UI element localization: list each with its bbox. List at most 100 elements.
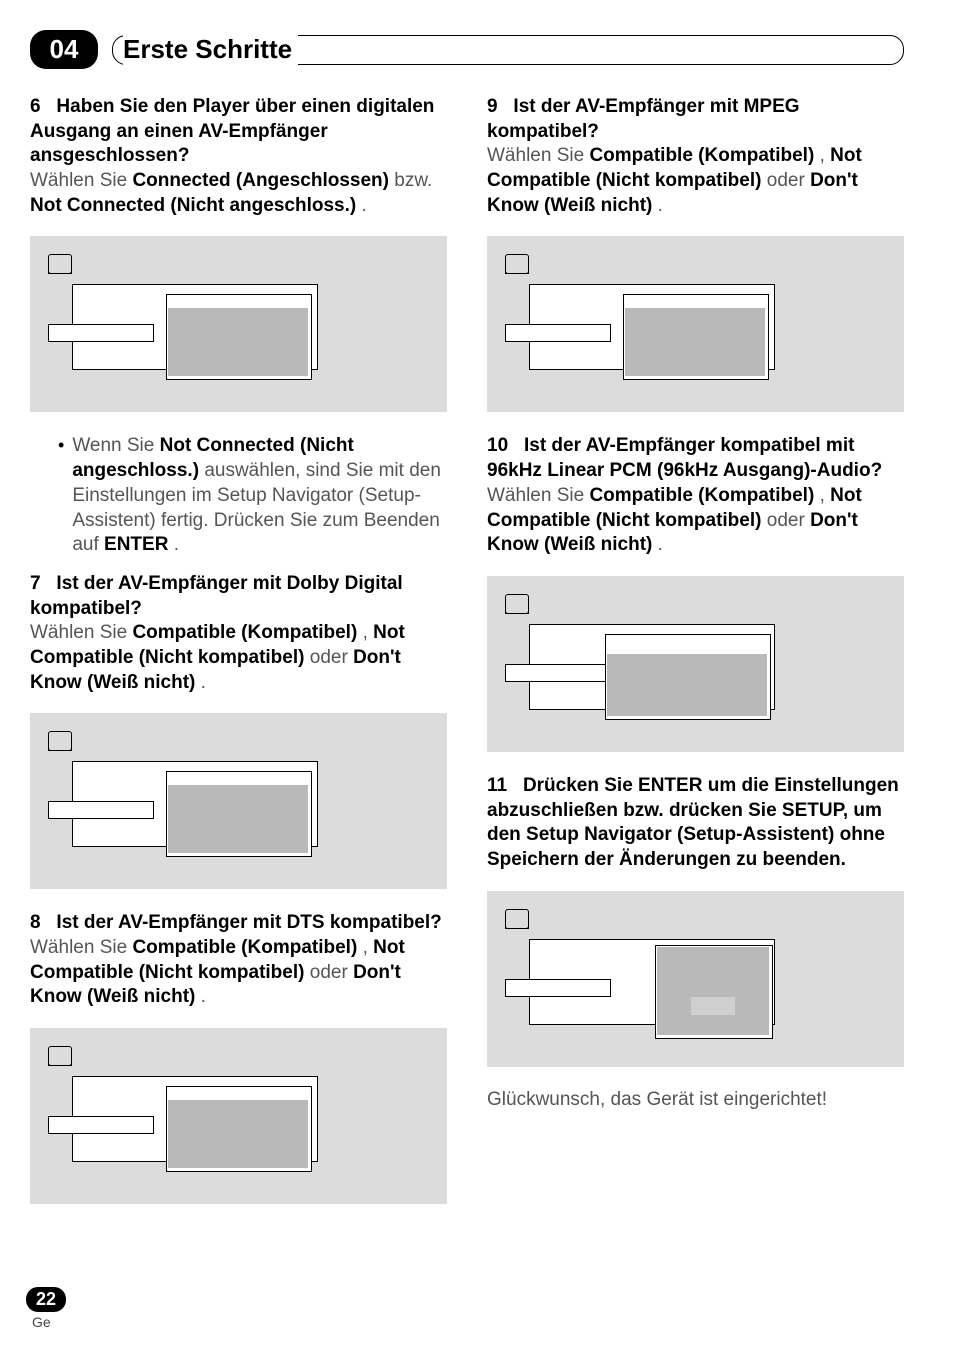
chapter-title-bar: Erste Schritte (112, 35, 904, 65)
answer-mid: oder (767, 510, 810, 531)
answer-pre: Wählen Sie (487, 485, 589, 506)
left-column: 6 Haben Sie den Player über einen digita… (30, 95, 447, 1226)
screenshot-11 (487, 891, 904, 1067)
step-question: 11 Drücken Sie ENTER um die Einstellunge… (487, 774, 904, 873)
page: 04 Erste Schritte 6 Haben Sie den Player… (0, 0, 954, 1352)
step-number: 8 (30, 912, 41, 933)
tv-icon (48, 1046, 72, 1066)
answer-bold: Compatible (Kompatibel) (132, 937, 357, 958)
step-number: 11 (487, 775, 507, 796)
right-column: 9 Ist der AV-Empfänger mit MPEG kompatib… (487, 95, 904, 1226)
bullet-post: . (174, 534, 179, 555)
screenshot-8 (30, 1028, 447, 1204)
popup-selected (168, 296, 308, 308)
answer-mid: , (820, 485, 831, 506)
answer-mid: oder (310, 962, 353, 983)
step-question: 7 Ist der AV-Empfänger mit Dolby Digital… (30, 572, 447, 621)
tab-box (48, 801, 154, 819)
tab-box (505, 979, 611, 997)
chapter-title: Erste Schritte (123, 34, 298, 65)
step-answer: Wählen Sie Connected (Angeschlossen) bzw… (30, 169, 447, 218)
language-code: Ge (32, 1314, 66, 1330)
step-answer: Wählen Sie Compatible (Kompatibel) , Not… (30, 621, 447, 695)
answer-post: . (658, 534, 663, 555)
step-question: 10 Ist der AV-Empfänger kompatibel mit 9… (487, 434, 904, 483)
tab-box (48, 1116, 154, 1134)
bullet-note: • Wenn Sie Not Connected (Nicht angeschl… (58, 434, 447, 557)
popup-selected (168, 1088, 308, 1100)
answer-post: . (361, 195, 366, 216)
step-number: 6 (30, 96, 41, 117)
ui-stack (505, 624, 886, 732)
step-question-text: Ist der AV-Empfänger kompatibel mit 96kH… (487, 435, 882, 481)
step-number: 7 (30, 573, 41, 594)
step-number: 10 (487, 435, 508, 456)
answer-pre: Wählen Sie (30, 170, 132, 191)
page-number: 22 (26, 1287, 66, 1312)
step-answer: Wählen Sie Compatible (Kompatibel) , Not… (487, 484, 904, 558)
step-question-text: Haben Sie den Player über einen digitale… (30, 96, 434, 166)
screenshot-10 (487, 576, 904, 752)
step-7: 7 Ist der AV-Empfänger mit Dolby Digital… (30, 572, 447, 695)
content-columns: 6 Haben Sie den Player über einen digita… (30, 95, 904, 1226)
step-question-text: Ist der AV-Empfänger mit DTS kompatibel? (56, 912, 441, 933)
popup-selected (625, 296, 765, 308)
tab-box (48, 324, 154, 342)
popup-body (625, 296, 765, 376)
answer-mid: , (363, 622, 374, 643)
screenshot-7 (30, 713, 447, 889)
answer-mid: oder (310, 647, 353, 668)
answer-pre: Wählen Sie (30, 937, 132, 958)
answer-pre: Wählen Sie (30, 622, 132, 643)
page-footer: 22 Ge (26, 1287, 66, 1330)
tab-box (505, 324, 611, 342)
popup-body (168, 308, 308, 376)
step-question: 6 Haben Sie den Player über einen digita… (30, 95, 447, 169)
ui-stack (48, 761, 429, 869)
answer-mid: bzw. (394, 170, 432, 191)
step-answer: Wählen Sie Compatible (Kompatibel) , Not… (487, 144, 904, 218)
step-question-text: Ist der AV-Empfänger mit MPEG kompatibel… (487, 96, 800, 142)
ui-stack (505, 284, 886, 392)
bullet-bold: ENTER (104, 534, 168, 555)
screenshot-6 (30, 236, 447, 412)
step-10: 10 Ist der AV-Empfänger kompatibel mit 9… (487, 434, 904, 557)
step-11: 11 Drücken Sie ENTER um die Einstellunge… (487, 774, 904, 873)
ui-stack (48, 1076, 429, 1184)
popup-button (691, 997, 735, 1015)
answer-bold: Not Connected (Nicht angeschloss.) (30, 195, 356, 216)
popup-selected (168, 773, 308, 785)
bullet-dot-icon: • (58, 434, 64, 557)
tv-icon (505, 909, 529, 929)
chapter-header: 04 Erste Schritte (30, 30, 904, 69)
chapter-badge: 04 (30, 30, 98, 69)
answer-bold: Connected (Angeschlossen) (132, 170, 389, 191)
popup-body (607, 654, 767, 716)
step-question: 9 Ist der AV-Empfänger mit MPEG kompatib… (487, 95, 904, 144)
popup-body (168, 1088, 308, 1168)
answer-mid: , (363, 937, 374, 958)
answer-post: . (658, 195, 663, 216)
step-number: 9 (487, 96, 498, 117)
answer-bold: Compatible (Kompatibel) (132, 622, 357, 643)
popup-body (657, 947, 769, 1035)
step-6: 6 Haben Sie den Player über einen digita… (30, 95, 447, 218)
popup-body (168, 773, 308, 853)
congrats-text: Glückwunsch, das Gerät ist eingerichtet! (487, 1089, 904, 1111)
answer-post: . (201, 672, 206, 693)
step-question-text: Ist der AV-Empfänger mit Dolby Digital k… (30, 573, 403, 619)
popup-selected (607, 642, 767, 654)
tv-icon (505, 594, 529, 614)
ui-stack (505, 939, 886, 1047)
bullet-pre: Wenn Sie (72, 435, 159, 456)
answer-pre: Wählen Sie (487, 145, 589, 166)
ui-stack (48, 284, 429, 392)
tv-icon (48, 731, 72, 751)
answer-mid: oder (767, 170, 810, 191)
step-question: 8 Ist der AV-Empfänger mit DTS kompatibe… (30, 911, 447, 936)
bullet-text: Wenn Sie Not Connected (Nicht angeschlos… (72, 434, 447, 557)
step-answer: Wählen Sie Compatible (Kompatibel) , Not… (30, 936, 447, 1010)
answer-bold: Compatible (Kompatibel) (589, 485, 814, 506)
answer-bold: Compatible (Kompatibel) (589, 145, 814, 166)
tv-icon (48, 254, 72, 274)
